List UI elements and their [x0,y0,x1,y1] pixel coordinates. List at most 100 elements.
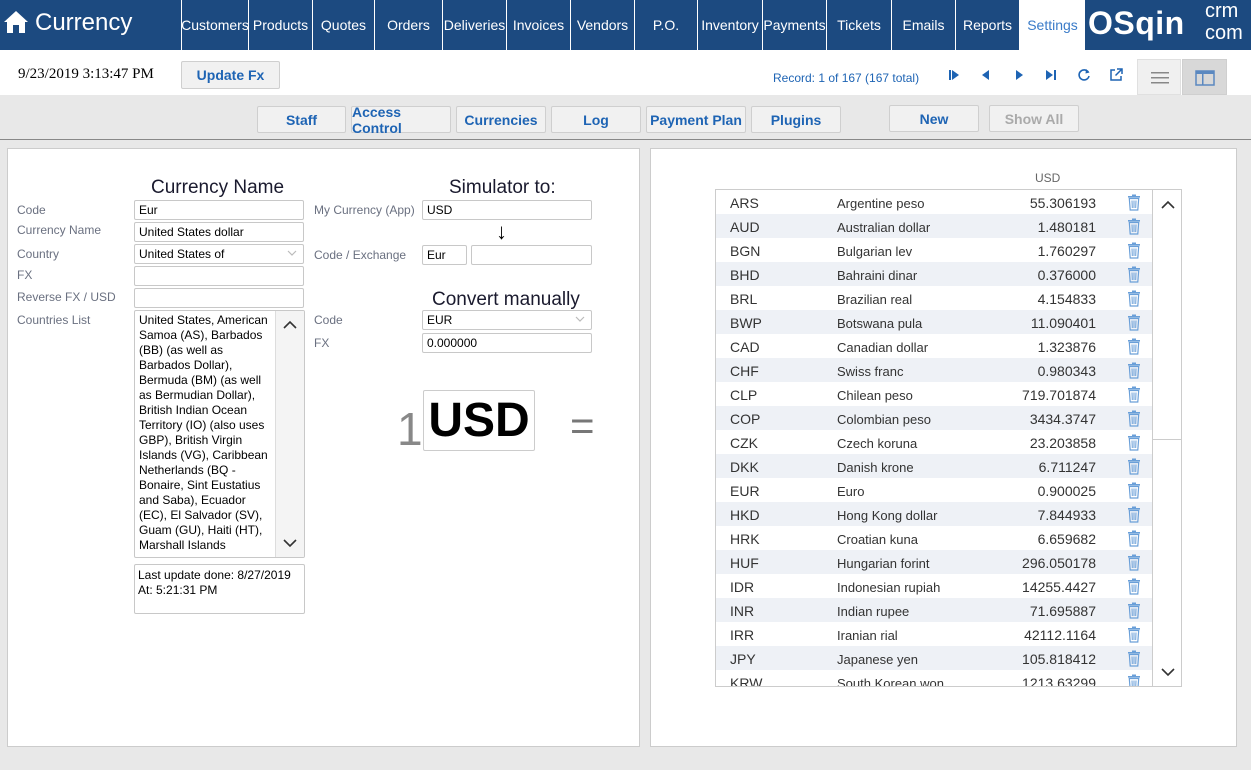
trash-icon[interactable] [1127,506,1141,523]
open-external-icon[interactable] [1108,67,1124,83]
exchange-value-input[interactable] [471,245,592,265]
trash-icon[interactable] [1127,266,1141,283]
trash-icon[interactable] [1127,362,1141,379]
trash-icon[interactable] [1127,218,1141,235]
trash-icon[interactable] [1127,314,1141,331]
rate-row[interactable]: KRW South Korean won 1213.63299 [716,670,1152,687]
form-view-button[interactable] [1182,59,1227,95]
rate-row[interactable]: ARS Argentine peso 55.306193 [716,190,1152,214]
rate-code: CAD [730,339,760,355]
trash-icon[interactable] [1127,242,1141,259]
trash-icon[interactable] [1127,386,1141,403]
tab-plugins[interactable]: Plugins [751,106,841,133]
rate-row[interactable]: BHD Bahraini dinar 0.376000 [716,262,1152,286]
rates-scrollbar-thumb[interactable] [1153,220,1181,440]
trash-icon[interactable] [1127,554,1141,571]
rate-row[interactable]: HUF Hungarian forint 296.050178 [716,550,1152,574]
code-exchange-input[interactable]: Eur [422,245,467,265]
nav-item-products[interactable]: Products [248,0,312,50]
rate-row[interactable]: CAD Canadian dollar 1.323876 [716,334,1152,358]
trash-icon[interactable] [1127,530,1141,547]
rate-row[interactable]: IRR Iranian rial 42112.1164 [716,622,1152,646]
rates-list[interactable]: ARS Argentine peso 55.306193 AUD Australian … [715,189,1182,687]
last-record-icon[interactable] [1043,67,1059,83]
rate-currency-name: Botswana pula [837,316,923,331]
rate-code: IRR [730,627,755,643]
convert-fx-input[interactable]: 0.000000 [422,333,592,353]
rate-row[interactable]: COP Colombian peso 3434.3747 [716,406,1152,430]
my-currency-input[interactable]: USD [422,200,592,220]
countries-list-textarea[interactable]: United States, American Samoa (AS), Barb… [134,310,305,558]
rate-row[interactable]: EUR Euro 0.900025 [716,478,1152,502]
trash-icon[interactable] [1127,458,1141,475]
update-fx-button[interactable]: Update Fx [181,61,280,89]
rate-row[interactable]: JPY Japanese yen 105.818412 [716,646,1152,670]
rate-code: BWP [730,315,762,331]
currency-name-input[interactable]: United States dollar [134,222,304,242]
rate-row[interactable]: CLP Chilean peso 719.701874 [716,382,1152,406]
trash-icon[interactable] [1127,626,1141,643]
rate-currency-name: Hong Kong dollar [837,508,938,523]
trash-icon[interactable] [1127,410,1141,427]
trash-icon[interactable] [1127,674,1141,687]
rates-scrollbar[interactable] [1152,190,1181,686]
trash-icon[interactable] [1127,482,1141,499]
rate-code: AUD [730,219,760,235]
nav-item-vendors[interactable]: Vendors [570,0,634,50]
new-button[interactable]: New [889,105,979,132]
nav-item-deliveries[interactable]: Deliveries [442,0,506,50]
tab-access-control[interactable]: Access Control [351,104,451,136]
scroll-up-icon[interactable] [283,320,297,330]
nav-item-payments[interactable]: Payments [762,0,826,50]
tab-payment-plan[interactable]: Payment Plan [646,106,746,133]
convert-code-select[interactable]: EUR [422,310,592,330]
rate-row[interactable]: CHF Swiss franc 0.980343 [716,358,1152,382]
nav-item-po[interactable]: P.O. [634,0,697,50]
home-icon[interactable] [3,9,29,35]
list-view-button[interactable] [1137,59,1181,95]
rate-row[interactable]: AUD Australian dollar 1.480181 [716,214,1152,238]
trash-icon[interactable] [1127,578,1141,595]
trash-icon[interactable] [1127,290,1141,307]
nav-item-invoices[interactable]: Invoices [506,0,570,50]
tab-log[interactable]: Log [551,106,641,133]
nav-item-customers[interactable]: Customers [181,0,249,50]
tab-currencies[interactable]: Currencies [456,106,546,133]
scroll-down-icon[interactable] [283,538,297,548]
trash-icon[interactable] [1127,194,1141,211]
nav-item-settings[interactable]: Settings [1019,0,1085,50]
first-record-icon[interactable] [946,67,962,83]
show-all-button[interactable]: Show All [989,105,1079,132]
countries-scrollbar[interactable] [275,311,304,557]
country-select[interactable]: United States of [134,244,304,264]
nav-item-inventory[interactable]: Inventory [697,0,762,50]
rate-row[interactable]: HKD Hong Kong dollar 7.844933 [716,502,1152,526]
scroll-up-icon[interactable] [1161,200,1175,210]
rate-row[interactable]: IDR Indonesian rupiah 14255.4427 [716,574,1152,598]
trash-icon[interactable] [1127,434,1141,451]
nav-item-tickets[interactable]: Tickets [826,0,891,50]
code-input[interactable]: Eur [134,200,304,220]
trash-icon[interactable] [1127,602,1141,619]
rate-row[interactable]: BRL Brazilian real 4.154833 [716,286,1152,310]
rate-row[interactable]: BWP Botswana pula 11.090401 [716,310,1152,334]
scroll-down-icon[interactable] [1161,667,1175,677]
rate-row[interactable]: DKK Danish krone 6.711247 [716,454,1152,478]
reverse-fx-input[interactable] [134,288,304,308]
previous-record-icon[interactable] [978,67,994,83]
tab-staff[interactable]: Staff [257,106,346,133]
conversion-currency-box[interactable]: USD [423,390,535,451]
fx-input[interactable] [134,266,304,286]
nav-item-orders[interactable]: Orders [374,0,442,50]
next-record-icon[interactable] [1011,67,1027,83]
rate-row[interactable]: INR Indian rupee 71.695887 [716,598,1152,622]
rate-row[interactable]: HRK Croatian kuna 6.659682 [716,526,1152,550]
nav-item-reports[interactable]: Reports [955,0,1019,50]
nav-item-emails[interactable]: Emails [891,0,955,50]
rate-row[interactable]: CZK Czech koruna 23.203858 [716,430,1152,454]
rate-row[interactable]: BGN Bulgarian lev 1.760297 [716,238,1152,262]
trash-icon[interactable] [1127,338,1141,355]
nav-item-quotes[interactable]: Quotes [312,0,374,50]
trash-icon[interactable] [1127,650,1141,667]
refresh-icon[interactable] [1076,67,1092,83]
